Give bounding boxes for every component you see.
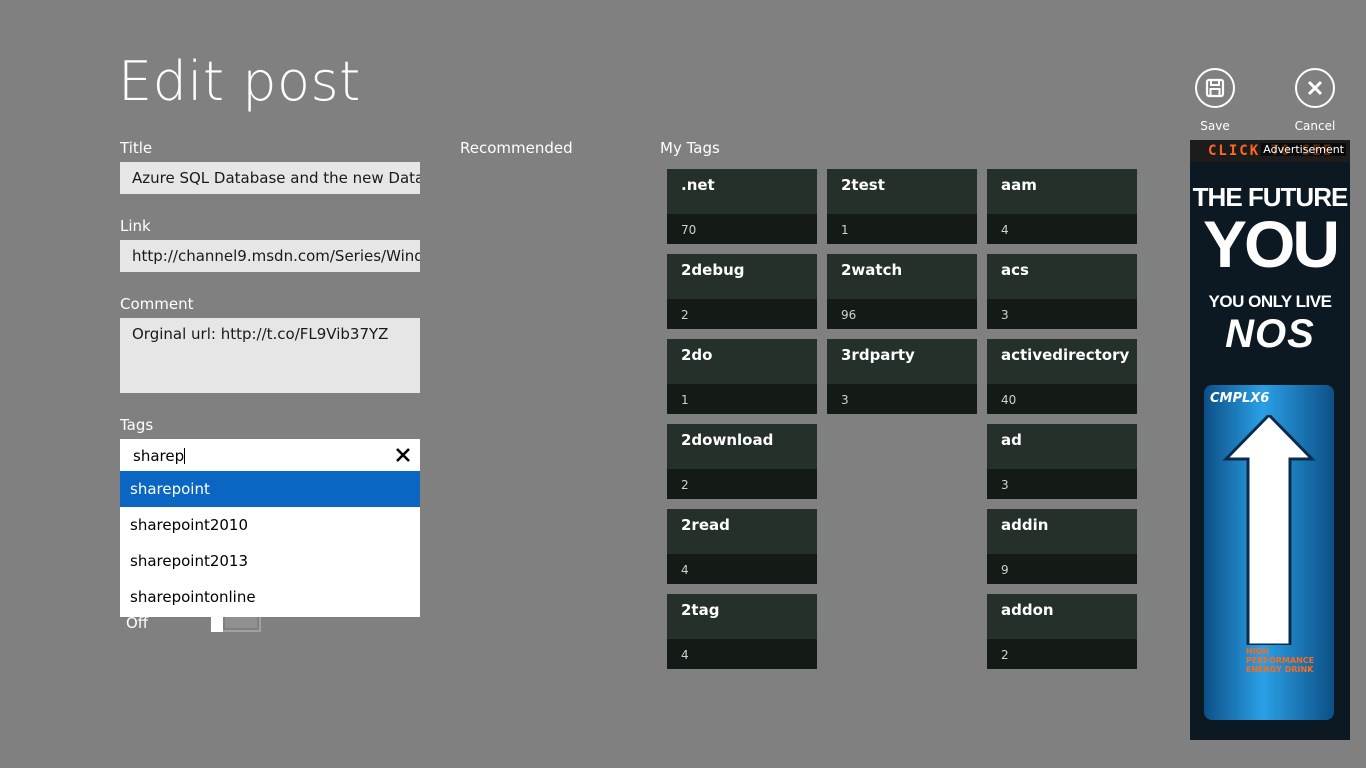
ad-can-subtitle: HIGH PERFORMANCE ENERGY DRINK bbox=[1246, 647, 1315, 674]
tag-tile-name: activedirectory bbox=[1001, 346, 1130, 364]
page-title: Edit post bbox=[118, 50, 361, 113]
tag-tile-count-bar bbox=[987, 639, 1137, 669]
tag-tile-name: 2download bbox=[681, 431, 774, 449]
ad-can-image: CMPLX6 HIGH PERFORMANCE ENERGY DRINK bbox=[1204, 385, 1334, 720]
close-icon bbox=[1295, 68, 1335, 108]
tag-tile-count: 1 bbox=[681, 393, 689, 407]
tag-tile-name: 2watch bbox=[841, 261, 903, 279]
ad-can-text: CMPLX6 bbox=[1210, 391, 1270, 406]
nos-logo-icon bbox=[1222, 415, 1316, 645]
tags-input[interactable]: sharep bbox=[120, 439, 420, 471]
tag-tile[interactable]: 2download 2 bbox=[667, 424, 817, 499]
save-button[interactable]: Save bbox=[1185, 68, 1245, 133]
comment-field[interactable]: Orginal url: http://t.co/FL9Vib37YZ bbox=[120, 318, 420, 393]
tag-tile[interactable]: activedirectory 40 bbox=[987, 339, 1137, 414]
my-tags-label: My Tags bbox=[660, 139, 720, 157]
tag-tile-count-bar bbox=[987, 214, 1137, 244]
tag-tile-name: .net bbox=[681, 176, 715, 194]
text-caret bbox=[184, 448, 186, 464]
tag-tile-count: 3 bbox=[841, 393, 849, 407]
ad-headline-3: YOU ONLY LIVE bbox=[1208, 292, 1332, 311]
tag-tile[interactable]: 2debug 2 bbox=[667, 254, 817, 329]
tag-tile-count: 40 bbox=[1001, 393, 1017, 407]
tag-tile-count-bar bbox=[987, 554, 1137, 584]
tag-tile-name: 2tag bbox=[681, 601, 720, 619]
tag-tile-count: 3 bbox=[1001, 308, 1009, 322]
tag-tile-count: 2 bbox=[1001, 648, 1009, 662]
tag-tile-count: 70 bbox=[681, 223, 697, 237]
tag-tile-count: 3 bbox=[1001, 478, 1009, 492]
comment-label: Comment bbox=[120, 295, 194, 313]
advertisement-banner[interactable]: CLICK TO SEE Advertisement THE FUTURE YO… bbox=[1190, 140, 1350, 740]
tags-input-text: sharep bbox=[133, 447, 185, 465]
tag-tile-count-bar bbox=[667, 554, 817, 584]
tag-tile-name: 2debug bbox=[681, 261, 745, 279]
link-label: Link bbox=[120, 217, 151, 235]
tag-tile-count-bar bbox=[827, 214, 977, 244]
tag-tile-count: 4 bbox=[681, 648, 689, 662]
recommended-label: Recommended bbox=[460, 139, 573, 157]
title-label: Title bbox=[120, 139, 153, 157]
tag-tile[interactable]: 2do 1 bbox=[667, 339, 817, 414]
tag-tile[interactable]: acs 3 bbox=[987, 254, 1137, 329]
cancel-button[interactable]: Cancel bbox=[1285, 68, 1345, 133]
tag-tile-name: 2do bbox=[681, 346, 713, 364]
tag-tile-name: addon bbox=[1001, 601, 1054, 619]
tag-tile-count-bar bbox=[667, 469, 817, 499]
tag-tile-count: 2 bbox=[681, 308, 689, 322]
ad-label: Advertisement bbox=[1261, 143, 1346, 156]
tag-tile-count: 4 bbox=[1001, 223, 1009, 237]
tag-tile-count-bar bbox=[667, 384, 817, 414]
tag-tile-count: 2 bbox=[681, 478, 689, 492]
tag-tile-name: acs bbox=[1001, 261, 1029, 279]
tag-tile[interactable]: 2test 1 bbox=[827, 169, 977, 244]
tag-tile[interactable]: aam 4 bbox=[987, 169, 1137, 244]
suggestion-item[interactable]: sharepoint2013 bbox=[120, 543, 420, 579]
tag-tile[interactable]: 2read 4 bbox=[667, 509, 817, 584]
suggestion-item[interactable]: sharepointonline bbox=[120, 579, 420, 615]
tag-tile[interactable]: addon 2 bbox=[987, 594, 1137, 669]
ad-brand: NOS bbox=[1225, 312, 1315, 356]
tag-tile-name: 2read bbox=[681, 516, 730, 534]
tag-tile-count-bar bbox=[987, 299, 1137, 329]
tag-tile[interactable]: 2tag 4 bbox=[667, 594, 817, 669]
tag-tile-count-bar bbox=[987, 469, 1137, 499]
tag-tile-count-bar bbox=[827, 384, 977, 414]
save-icon bbox=[1195, 68, 1235, 108]
tag-tile-count: 9 bbox=[1001, 563, 1009, 577]
tag-tile-name: 2test bbox=[841, 176, 885, 194]
suggestion-item[interactable]: sharepoint bbox=[120, 471, 420, 507]
tag-tile-name: addin bbox=[1001, 516, 1049, 534]
tag-tile[interactable]: 3rdparty 3 bbox=[827, 339, 977, 414]
tag-tile[interactable]: 2watch 96 bbox=[827, 254, 977, 329]
tag-tile-count: 4 bbox=[681, 563, 689, 577]
suggestion-item[interactable]: sharepoint2010 bbox=[120, 507, 420, 543]
tag-tile-count-bar bbox=[667, 299, 817, 329]
tags-label: Tags bbox=[120, 416, 154, 434]
tag-suggestions-list: sharepoint sharepoint2010 sharepoint2013… bbox=[120, 471, 420, 617]
tag-tile-count: 1 bbox=[841, 223, 849, 237]
tag-tile-count: 96 bbox=[841, 308, 857, 322]
clear-icon[interactable] bbox=[393, 445, 413, 465]
ad-headline-2: YOU bbox=[1202, 207, 1340, 281]
cancel-label: Cancel bbox=[1294, 119, 1336, 133]
tag-tile-name: aam bbox=[1001, 176, 1037, 194]
tag-tile[interactable]: .net 70 bbox=[667, 169, 817, 244]
tag-tile[interactable]: addin 9 bbox=[987, 509, 1137, 584]
tag-tile-name: ad bbox=[1001, 431, 1022, 449]
save-label: Save bbox=[1200, 119, 1230, 133]
link-field[interactable]: http://channel9.msdn.com/Series/Windows bbox=[120, 240, 420, 272]
title-field[interactable]: Azure SQL Database and the new Database bbox=[120, 162, 420, 194]
tag-tile-name: 3rdparty bbox=[841, 346, 915, 364]
tag-tile-count-bar bbox=[667, 639, 817, 669]
tag-tile[interactable]: ad 3 bbox=[987, 424, 1137, 499]
